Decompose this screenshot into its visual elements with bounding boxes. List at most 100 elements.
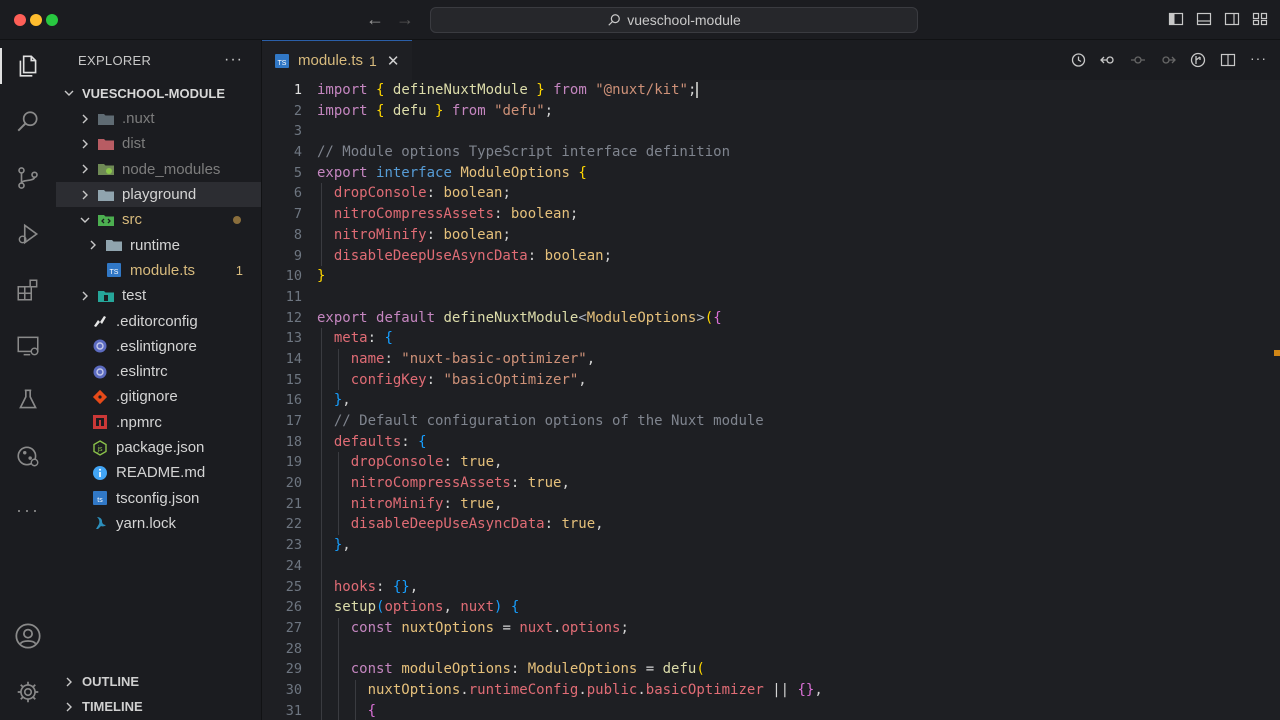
code-line: nitroMinify: boolean; bbox=[317, 224, 823, 246]
split-editor-icon[interactable] bbox=[1220, 52, 1236, 68]
code-lines: import { defineNuxtModule } from "@nuxt/… bbox=[317, 80, 823, 720]
git-graph-icon[interactable] bbox=[14, 442, 42, 470]
tree-item-runtime[interactable]: runtime bbox=[56, 232, 261, 257]
tree-item-node-modules[interactable]: node_modules bbox=[56, 157, 261, 182]
toggle-primary-sidebar-icon[interactable] bbox=[1168, 11, 1184, 27]
svg-text:ts: ts bbox=[97, 497, 103, 504]
next-change-icon[interactable] bbox=[1160, 52, 1176, 68]
tree-item-package-json[interactable]: js package.json bbox=[56, 435, 261, 460]
tab-label: module.ts bbox=[298, 52, 364, 69]
tree-item-npmrc[interactable]: .npmrc bbox=[56, 410, 261, 435]
svg-text:TS: TS bbox=[110, 269, 119, 276]
line-number: 21 bbox=[285, 495, 302, 512]
forward-arrow-icon[interactable]: → bbox=[396, 9, 414, 29]
toggle-panel-icon[interactable] bbox=[1196, 11, 1212, 27]
tree-item-label: README.md bbox=[116, 464, 206, 482]
chevron-right-icon bbox=[62, 700, 76, 714]
code-line: nitroCompressAssets: true, bbox=[317, 473, 823, 494]
maximize-window-button[interactable] bbox=[46, 14, 58, 26]
tree-item-module-ts[interactable]: TS module.ts 1 bbox=[56, 258, 261, 283]
code-line: nuxtOptions.runtimeConfig.public.basicOp… bbox=[317, 679, 823, 701]
previous-change-icon[interactable] bbox=[1130, 52, 1146, 68]
line-number: 7 bbox=[293, 206, 302, 223]
explorer-more-actions-icon[interactable]: ··· bbox=[224, 51, 243, 69]
settings-gear-icon[interactable] bbox=[14, 678, 42, 706]
line-number: 2 bbox=[293, 102, 302, 119]
tree-item-gitignore[interactable]: .gitignore bbox=[56, 384, 261, 409]
line-number: 28 bbox=[285, 640, 302, 657]
tree-item-readme[interactable]: README.md bbox=[56, 460, 261, 485]
back-arrow-icon[interactable]: ← bbox=[366, 9, 384, 29]
svg-text:TS: TS bbox=[278, 60, 287, 67]
toggle-secondary-sidebar-icon[interactable] bbox=[1224, 11, 1240, 27]
revert-icon[interactable] bbox=[1100, 52, 1116, 68]
tree-item-nuxt[interactable]: .nuxt bbox=[56, 106, 261, 131]
outline-section[interactable]: OUTLINE bbox=[56, 669, 262, 694]
source-control-icon[interactable] bbox=[14, 164, 42, 192]
code-editor[interactable]: 1 2 3 4 5 6 7 8 9 10 11 12 13 14 15 16 1… bbox=[262, 80, 1280, 720]
timeline-section[interactable]: TIMELINE bbox=[56, 694, 262, 719]
tab-module-ts[interactable]: TS module.ts 1 ✕ bbox=[262, 40, 412, 80]
line-number: 3 bbox=[293, 123, 302, 140]
minimize-window-button[interactable] bbox=[30, 14, 42, 26]
problem-count-badge: 1 bbox=[235, 262, 243, 278]
code-line: export default defineNuxtModule<ModuleOp… bbox=[317, 309, 722, 326]
modified-dot bbox=[233, 215, 241, 224]
timeline-label: TIMELINE bbox=[82, 699, 143, 714]
chevron-down-icon bbox=[78, 213, 92, 227]
code-line: import { defineNuxtModule } from "@nuxt/… bbox=[317, 82, 699, 98]
line-number-gutter: 1 2 3 4 5 6 7 8 9 10 11 12 13 14 15 16 1… bbox=[262, 80, 302, 720]
git-lens-icon[interactable] bbox=[1190, 52, 1206, 68]
run-debug-icon[interactable] bbox=[14, 220, 42, 248]
code-line: defaults: { bbox=[317, 431, 823, 453]
tree-item-eslintrc[interactable]: .eslintrc bbox=[56, 359, 261, 384]
command-center-search[interactable]: vueschool-module bbox=[430, 7, 918, 33]
tree-item-yarn-lock[interactable]: yarn.lock bbox=[56, 511, 261, 536]
code-line: import { defu } from "defu"; bbox=[317, 102, 554, 119]
code-line bbox=[317, 638, 823, 660]
code-line: // Module options TypeScript interface d… bbox=[317, 144, 731, 161]
customize-layout-icon[interactable] bbox=[1252, 11, 1268, 27]
extensions-icon[interactable] bbox=[14, 276, 42, 304]
line-number: 19 bbox=[285, 454, 302, 471]
remote-explorer-icon[interactable] bbox=[14, 332, 42, 360]
more-views-icon[interactable]: ··· bbox=[14, 496, 42, 524]
tree-item-src[interactable]: src bbox=[56, 207, 261, 232]
close-window-button[interactable] bbox=[14, 14, 26, 26]
explorer-icon[interactable] bbox=[0, 48, 42, 84]
git-file-icon bbox=[92, 389, 108, 405]
tree-item-editorconfig[interactable]: .editorconfig bbox=[56, 308, 261, 333]
eslint-file-icon bbox=[92, 364, 108, 380]
accounts-icon[interactable] bbox=[14, 622, 42, 650]
chevron-right-icon bbox=[78, 112, 92, 126]
tree-item-label: .eslintignore bbox=[116, 337, 197, 355]
editorconfig-file-icon bbox=[92, 313, 108, 329]
testing-icon[interactable] bbox=[14, 386, 42, 414]
outline-label: OUTLINE bbox=[82, 674, 140, 689]
code-line: { bbox=[317, 700, 823, 720]
line-number: 25 bbox=[285, 578, 302, 595]
tab-problem-badge: 1 bbox=[369, 52, 377, 69]
info-file-icon bbox=[92, 465, 108, 481]
tree-item-tsconfig[interactable]: ts tsconfig.json bbox=[56, 485, 261, 510]
tree-item-label: src bbox=[122, 211, 142, 229]
tree-item-test[interactable]: test bbox=[56, 283, 261, 308]
workspace-root-label: VUESCHOOL-MODULE bbox=[82, 85, 225, 101]
code-line: nitroMinify: true, bbox=[317, 493, 823, 515]
timeline-history-icon[interactable] bbox=[1070, 52, 1086, 68]
code-line: configKey: "basicOptimizer", bbox=[317, 369, 823, 391]
editor-more-actions-icon[interactable]: ··· bbox=[1250, 51, 1266, 68]
tree-item-label: node_modules bbox=[122, 160, 221, 178]
chevron-down-icon bbox=[62, 86, 76, 100]
search-icon[interactable] bbox=[14, 108, 42, 136]
tree-item-label: .gitignore bbox=[116, 388, 178, 406]
line-number: 31 bbox=[285, 702, 302, 719]
tree-item-playground[interactable]: playground bbox=[56, 181, 261, 208]
explorer-header: EXPLORER ··· bbox=[56, 40, 261, 80]
tree-item-eslintignore[interactable]: .eslintignore bbox=[56, 334, 261, 359]
text-cursor bbox=[696, 82, 699, 98]
tree-item-dist[interactable]: dist bbox=[56, 131, 261, 156]
workspace-root[interactable]: VUESCHOOL-MODULE bbox=[56, 82, 261, 104]
close-icon[interactable]: ✕ bbox=[387, 52, 400, 70]
